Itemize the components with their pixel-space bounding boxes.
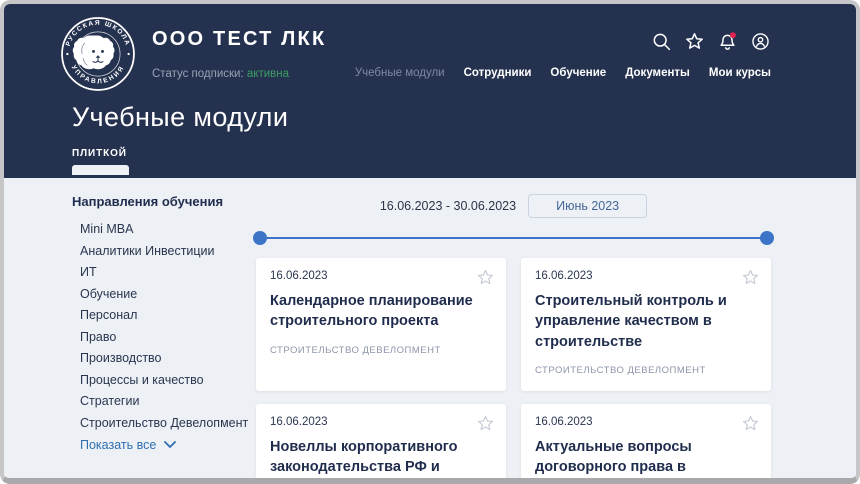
show-all-link[interactable]: Показать все: [72, 438, 256, 452]
search-icon[interactable]: [651, 31, 672, 52]
header-icons: [651, 31, 771, 52]
slider-handle-start[interactable]: [253, 231, 267, 245]
show-all-label: Показать все: [80, 438, 156, 452]
sidebar-item-law[interactable]: Право: [80, 331, 256, 343]
profile-icon[interactable]: [750, 31, 771, 52]
nav-item-employees[interactable]: Сотрудники: [464, 67, 532, 79]
month-picker-button[interactable]: Июнь 2023: [528, 194, 647, 218]
tab-tiles-view[interactable]: плиткой: [72, 148, 129, 175]
sidebar-item-education[interactable]: Обучение: [80, 288, 256, 300]
main-nav: Учебные модули Сотрудники Обучение Докум…: [355, 67, 771, 79]
lion-emblem-icon: РУССКАЯ ШКОЛА УПРАВЛЕНИЯ: [60, 16, 136, 92]
card-title: Строительный контроль и управление качес…: [535, 291, 757, 352]
card-title: Календарное планирование строительного п…: [270, 291, 492, 332]
page-title: Учебные модули: [72, 102, 856, 133]
sidebar-list: Mini MBA Аналитики Инвестиции ИТ Обучени…: [72, 223, 256, 429]
sidebar-item-construction-development[interactable]: Строительство Девелопмент: [80, 417, 256, 429]
favorite-star-icon[interactable]: [741, 268, 760, 287]
subscription-value: активна: [247, 68, 289, 80]
module-card[interactable]: 16.06.2023 Актуальные вопросы договорног…: [521, 404, 771, 484]
subscription-status: Статус подписки: активна: [152, 68, 326, 80]
brand: РУССКАЯ ШКОЛА УПРАВЛЕНИЯ: [60, 16, 326, 92]
sidebar-training-directions: Направления обучения Mini MBA Аналитики …: [72, 194, 256, 484]
slider-track[interactable]: [262, 237, 765, 239]
date-range-label: 16.06.2023 - 30.06.2023: [380, 199, 516, 213]
sidebar-title: Направления обучения: [72, 194, 256, 209]
module-cards-grid: 16.06.2023 Календарное планирование стро…: [256, 258, 771, 484]
card-date: 16.06.2023: [270, 270, 492, 282]
subscription-label: Статус подписки:: [152, 68, 244, 80]
company-logo[interactable]: РУССКАЯ ШКОЛА УПРАВЛЕНИЯ: [60, 16, 136, 92]
favorite-star-icon[interactable]: [476, 268, 495, 287]
sidebar-item-mini-mba[interactable]: Mini MBA: [80, 223, 256, 235]
sidebar-item-processes-quality[interactable]: Процессы и качество: [80, 374, 256, 386]
chevron-down-icon: [164, 441, 176, 449]
card-date: 16.06.2023: [535, 270, 757, 282]
favorite-star-icon[interactable]: [476, 414, 495, 433]
module-card[interactable]: 16.06.2023 Строительный контроль и управ…: [521, 258, 771, 391]
notification-badge: [730, 32, 736, 38]
sidebar-item-strategies[interactable]: Стратегии: [80, 395, 256, 407]
module-card[interactable]: 16.06.2023 Новеллы корпоративного законо…: [256, 404, 506, 484]
nav-item-education[interactable]: Обучение: [550, 67, 606, 79]
nav-item-my-courses[interactable]: Мои курсы: [709, 67, 771, 79]
favorite-star-icon[interactable]: [741, 414, 760, 433]
sidebar-item-analytics-investments[interactable]: Аналитики Инвестиции: [80, 245, 256, 257]
header: РУССКАЯ ШКОЛА УПРАВЛЕНИЯ: [4, 4, 856, 178]
sidebar-item-personnel[interactable]: Персонал: [80, 309, 256, 321]
tab-active-indicator: [72, 165, 129, 175]
card-date: 16.06.2023: [535, 416, 757, 428]
favorites-star-icon[interactable]: [684, 31, 705, 52]
card-title: Актуальные вопросы договорного права в п…: [535, 437, 757, 484]
notifications-bell-icon[interactable]: [717, 31, 738, 52]
card-date: 16.06.2023: [270, 416, 492, 428]
content: Направления обучения Mini MBA Аналитики …: [4, 178, 856, 484]
modules-main: 16.06.2023 - 30.06.2023 Июнь 2023 16.06.…: [256, 194, 771, 484]
slider-handle-end[interactable]: [760, 231, 774, 245]
module-card[interactable]: 16.06.2023 Календарное планирование стро…: [256, 258, 506, 391]
company-name: ООО ТЕСТ ЛКК: [152, 28, 326, 51]
nav-item-training-modules[interactable]: Учебные модули: [355, 67, 445, 79]
nav-item-documents[interactable]: Документы: [625, 67, 690, 79]
tab-label: плиткой: [72, 148, 129, 159]
filter-row: 16.06.2023 - 30.06.2023 Июнь 2023: [256, 194, 771, 218]
sidebar-item-production[interactable]: Производство: [80, 352, 256, 364]
date-range-slider: [260, 231, 767, 245]
app-window: РУССКАЯ ШКОЛА УПРАВЛЕНИЯ: [0, 0, 860, 484]
card-tag: СТРОИТЕЛЬСТВО ДЕВЕЛОПМЕНТ: [270, 345, 492, 356]
sidebar-item-it[interactable]: ИТ: [80, 266, 256, 278]
card-title: Новеллы корпоративного законодательства …: [270, 437, 492, 484]
card-tag: СТРОИТЕЛЬСТВО ДЕВЕЛОПМЕНТ: [535, 365, 757, 376]
